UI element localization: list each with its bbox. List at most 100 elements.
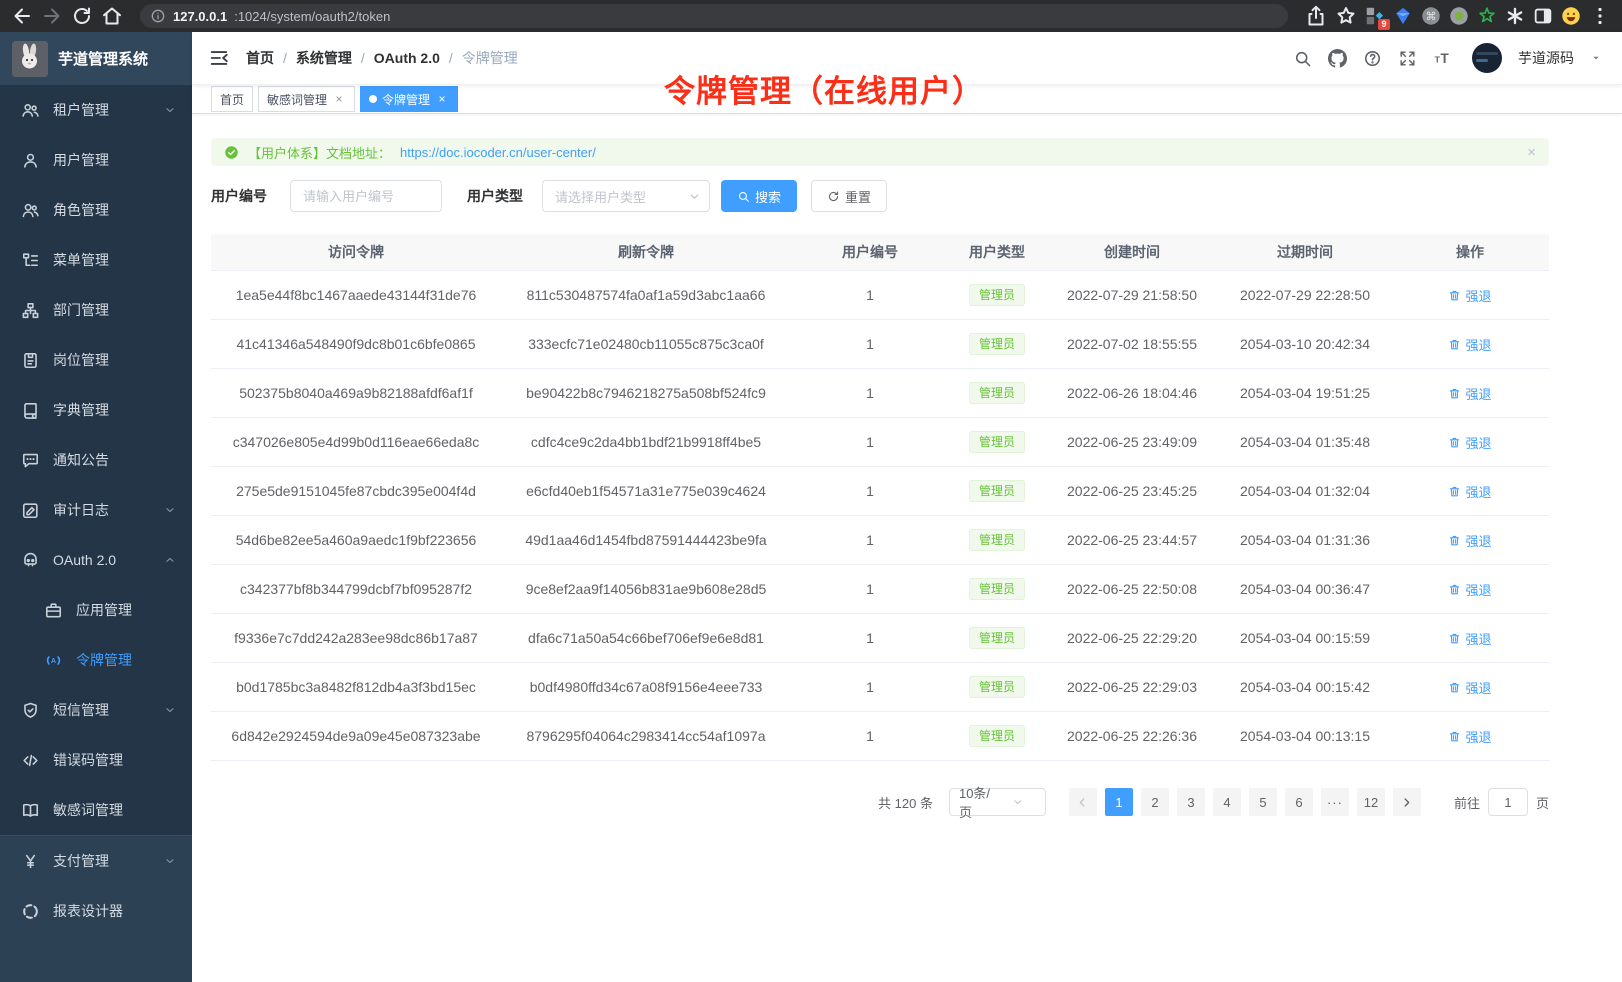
address-bar[interactable]: 127.0.0.1:1024/system/oauth2/token: [140, 4, 1288, 28]
tab-label: 首页: [220, 91, 244, 108]
search-icon[interactable]: [1293, 49, 1312, 68]
breadcrumb-item[interactable]: OAuth 2.0: [374, 50, 440, 66]
force-logout-button[interactable]: 强退: [1448, 580, 1491, 599]
cell-refresh-token: be90422b8c7946218275a508bf524fc9: [501, 369, 791, 417]
extension-gem-icon[interactable]: [1392, 5, 1414, 27]
force-logout-label: 强退: [1465, 727, 1491, 746]
edit-icon: [21, 501, 40, 520]
sidebar-item-post[interactable]: 岗位管理: [0, 335, 192, 385]
close-icon[interactable]: ×: [332, 92, 346, 106]
force-logout-button[interactable]: 强退: [1448, 629, 1491, 648]
reset-button-label: 重置: [845, 187, 871, 206]
tab-敏感词管理[interactable]: 敏感词管理×: [258, 86, 355, 112]
forward-icon[interactable]: [40, 4, 64, 28]
sidebar-fold-icon[interactable]: [208, 47, 230, 69]
info-icon[interactable]: [150, 8, 166, 24]
bookmark-star-icon[interactable]: [1334, 4, 1358, 28]
sidebar-item-sensitive[interactable]: 敏感词管理: [0, 785, 192, 835]
share-icon[interactable]: [1304, 4, 1328, 28]
pager-pages: 123456···12: [1101, 788, 1389, 816]
cell-user-type: 管理员: [949, 614, 1045, 662]
sidebar-item-user[interactable]: 用户管理: [0, 135, 192, 185]
fullscreen-icon[interactable]: [1398, 49, 1417, 68]
extension-star-icon[interactable]: [1476, 5, 1498, 27]
force-logout-button[interactable]: 强退: [1448, 727, 1491, 746]
close-icon[interactable]: ×: [435, 92, 449, 106]
browser-menu-icon[interactable]: [1588, 4, 1612, 28]
cell-create-time: 2022-06-25 22:29:20: [1045, 614, 1219, 662]
svg-text:T: T: [1435, 54, 1441, 64]
alert-doc-link[interactable]: https://doc.iocoder.cn/user-center/: [400, 145, 596, 160]
sidebar-item-pay[interactable]: 支付管理: [0, 836, 192, 886]
page-button-5[interactable]: 5: [1249, 788, 1277, 816]
user-avatar[interactable]: [1472, 43, 1502, 73]
sidebar-item-oauth2-app[interactable]: 应用管理: [0, 585, 192, 635]
font-size-icon[interactable]: TT: [1433, 49, 1452, 68]
robot-icon: [21, 551, 40, 570]
force-logout-label: 强退: [1465, 531, 1491, 550]
help-icon[interactable]: [1363, 49, 1382, 68]
next-page-button[interactable]: [1393, 788, 1421, 816]
tab-首页[interactable]: 首页: [211, 86, 253, 112]
sidebar-item-audit[interactable]: 审计日志: [0, 485, 192, 535]
page-button-1[interactable]: 1: [1105, 788, 1133, 816]
alert-close-icon[interactable]: ×: [1527, 144, 1536, 161]
sidebar-item-role[interactable]: 角色管理: [0, 185, 192, 235]
sidebar-item-oauth2[interactable]: OAuth 2.0: [0, 535, 192, 585]
cell-actions: 强退: [1391, 320, 1549, 368]
home-icon[interactable]: [100, 4, 124, 28]
page-button-12[interactable]: 12: [1357, 788, 1385, 816]
extension-asterisk-icon[interactable]: [1504, 5, 1526, 27]
page-button-3[interactable]: 3: [1177, 788, 1205, 816]
force-logout-button[interactable]: 强退: [1448, 482, 1491, 501]
page-button-2[interactable]: 2: [1141, 788, 1169, 816]
sidebar-item-dept[interactable]: 部门管理: [0, 285, 192, 335]
force-logout-button[interactable]: 强退: [1448, 531, 1491, 550]
sidebar-item-sms[interactable]: 短信管理: [0, 685, 192, 735]
cell-expire-time: 2054-03-04 00:15:42: [1219, 663, 1391, 711]
url-host: 127.0.0.1: [173, 9, 227, 24]
sidebar-item-errcode[interactable]: 错误码管理: [0, 735, 192, 785]
search-button[interactable]: 搜索: [721, 180, 797, 212]
profile-avatar-icon[interactable]: [1560, 5, 1582, 27]
sidebar-item-notice[interactable]: 通知公告: [0, 435, 192, 485]
github-icon[interactable]: [1328, 49, 1347, 68]
sidebar-item-oauth2-token[interactable]: A令牌管理: [0, 635, 192, 685]
chevron-right-icon: [1400, 796, 1413, 809]
breadcrumb: 首页/系统管理/OAuth 2.0/令牌管理: [246, 48, 518, 68]
sidebar-item-report[interactable]: 报表设计器: [0, 886, 192, 936]
breadcrumb-item[interactable]: 系统管理: [296, 48, 352, 68]
extension-grid-icon[interactable]: 9: [1364, 5, 1386, 27]
user-type-select[interactable]: 请选择用户类型: [542, 180, 710, 212]
sidebar-item-menu[interactable]: 菜单管理: [0, 235, 192, 285]
token-icon: A: [44, 651, 63, 670]
page-button-6[interactable]: 6: [1285, 788, 1313, 816]
page-size-select[interactable]: 10条/页: [949, 788, 1046, 816]
side-panel-icon[interactable]: [1532, 5, 1554, 27]
reload-icon[interactable]: [70, 4, 94, 28]
doc-alert: 【用户体系】文档地址： https://doc.iocoder.cn/user-…: [211, 138, 1549, 166]
caret-down-icon[interactable]: [1590, 52, 1602, 64]
goto-page-input[interactable]: [1488, 788, 1528, 816]
logo-row[interactable]: 芋道管理系统: [0, 32, 192, 85]
back-icon[interactable]: [10, 4, 34, 28]
sidebar-item-dict[interactable]: 字典管理: [0, 385, 192, 435]
force-logout-label: 强退: [1465, 286, 1491, 305]
force-logout-button[interactable]: 强退: [1448, 335, 1491, 354]
page-button-4[interactable]: 4: [1213, 788, 1241, 816]
force-logout-button[interactable]: 强退: [1448, 433, 1491, 452]
user-name[interactable]: 芋道源码: [1518, 48, 1574, 68]
pager-more[interactable]: ···: [1321, 788, 1349, 816]
extension-command-icon[interactable]: ⌘: [1420, 5, 1442, 27]
tab-令牌管理[interactable]: 令牌管理×: [360, 86, 458, 112]
force-logout-button[interactable]: 强退: [1448, 678, 1491, 697]
breadcrumb-item[interactable]: 首页: [246, 48, 274, 68]
force-logout-button[interactable]: 强退: [1448, 286, 1491, 305]
sidebar-item-tenant[interactable]: 租户管理: [0, 85, 192, 135]
prev-page-button[interactable]: [1069, 788, 1097, 816]
user-id-input[interactable]: [290, 180, 442, 212]
force-logout-button[interactable]: 强退: [1448, 384, 1491, 403]
extension-recorder-icon[interactable]: [1448, 5, 1470, 27]
cell-actions: 强退: [1391, 614, 1549, 662]
reset-button[interactable]: 重置: [811, 180, 887, 212]
